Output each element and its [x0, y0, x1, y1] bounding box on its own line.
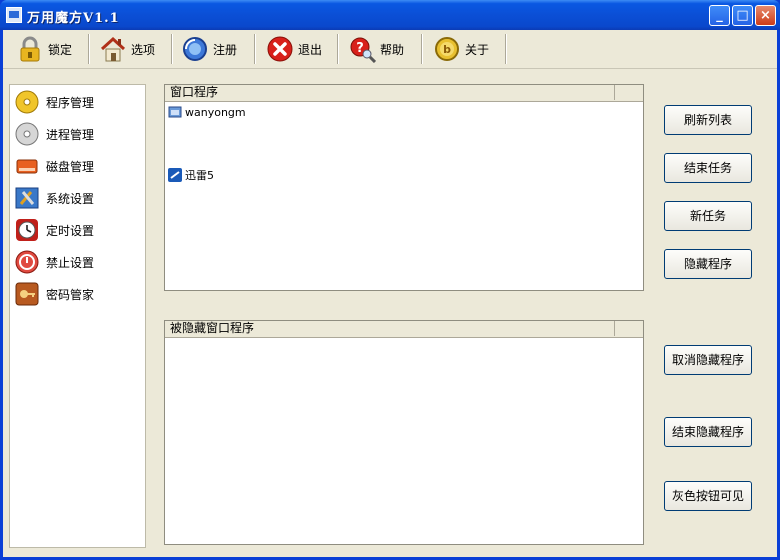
sidebar-item-forbid-settings[interactable]: 禁止设置 — [14, 248, 142, 276]
lock-label: 锁定 — [48, 42, 73, 57]
list-item[interactable]: 迅雷5 — [168, 167, 214, 183]
forbid-icon — [14, 249, 40, 275]
register-button[interactable]: 注册 — [181, 32, 237, 66]
about-label: 关于 — [465, 42, 490, 57]
sidebar-item-label: 程序管理 — [46, 95, 95, 110]
gray-button-visible-button[interactable]: 灰色按钮可见 — [664, 481, 752, 511]
house-icon — [99, 35, 127, 63]
sidebar-item-disk-manager[interactable]: 磁盘管理 — [14, 152, 142, 180]
cd-gold-icon — [14, 89, 40, 115]
main-window: 万用魔方V1.1 _ □ × 锁定 选项 注册 退出 ? 帮助 b 关于 程序管… — [0, 0, 780, 560]
sidebar: 程序管理 进程管理 磁盘管理 系统设置 定时设置 禁止设置 密码管家 — [9, 84, 146, 548]
sidebar-item-label: 密码管家 — [46, 287, 95, 302]
app-icon[interactable] — [6, 7, 22, 23]
sidebar-item-label: 进程管理 — [46, 127, 95, 142]
about-button[interactable]: b 关于 — [433, 32, 489, 66]
sidebar-item-system-settings[interactable]: 系统设置 — [14, 184, 142, 212]
sidebar-item-program-manager[interactable]: 程序管理 — [14, 88, 142, 116]
exit-label: 退出 — [298, 42, 323, 57]
sidebar-item-label: 定时设置 — [46, 223, 95, 238]
app-window-icon — [168, 105, 182, 119]
cd-silver-icon — [14, 121, 40, 147]
close-button[interactable]: × — [755, 5, 776, 26]
lock-icon — [16, 35, 44, 63]
hidden-window-list[interactable]: 被隐藏窗口程序 — [164, 320, 644, 545]
end-hidden-program-button[interactable]: 结束隐藏程序 — [664, 417, 752, 447]
client-area: 锁定 选项 注册 退出 ? 帮助 b 关于 程序管理 进程管理 磁盘管理 系统设… — [3, 30, 777, 557]
tools-icon — [14, 185, 40, 211]
hide-program-button[interactable]: 隐藏程序 — [664, 249, 752, 279]
help-button[interactable]: ? 帮助 — [348, 32, 404, 66]
exit-button[interactable]: 退出 — [266, 32, 322, 66]
lock-button[interactable]: 锁定 — [16, 32, 72, 66]
window-list[interactable]: 窗口程序 wanyongm 迅雷5 — [164, 84, 644, 291]
list-item[interactable]: wanyongm — [168, 104, 246, 120]
sidebar-item-label: 系统设置 — [46, 191, 95, 206]
list-item-label: wanyongm — [185, 105, 246, 119]
window-title: 万用魔方V1.1 — [27, 11, 120, 26]
window-list-header: 窗口程序 — [165, 85, 643, 102]
thunder-icon — [168, 168, 182, 182]
sidebar-item-label: 禁止设置 — [46, 255, 95, 270]
list-item-label: 迅雷5 — [185, 169, 214, 182]
svg-text:b: b — [443, 43, 451, 56]
new-task-button[interactable]: 新任务 — [664, 201, 752, 231]
sidebar-item-process-manager[interactable]: 进程管理 — [14, 120, 142, 148]
toolbar: 锁定 选项 注册 退出 ? 帮助 b 关于 — [3, 30, 777, 69]
clock-icon — [14, 217, 40, 243]
unhide-program-button[interactable]: 取消隐藏程序 — [664, 345, 752, 375]
maximize-button[interactable]: □ — [732, 5, 753, 26]
disk-icon — [14, 153, 40, 179]
end-task-button[interactable]: 结束任务 — [664, 153, 752, 183]
column-header-window-program[interactable]: 窗口程序 — [165, 85, 615, 100]
sidebar-item-label: 磁盘管理 — [46, 159, 95, 174]
about-coin-icon: b — [433, 35, 461, 63]
help-label: 帮助 — [380, 42, 405, 57]
title-bar[interactable]: 万用魔方V1.1 _ □ × — [0, 0, 780, 30]
options-button[interactable]: 选项 — [99, 32, 155, 66]
globe-icon — [181, 35, 209, 63]
exit-icon — [266, 35, 294, 63]
help-magnifier-icon: ? — [348, 35, 377, 64]
column-header-hidden-program[interactable]: 被隐藏窗口程序 — [165, 321, 615, 336]
hidden-list-header: 被隐藏窗口程序 — [165, 321, 643, 338]
sidebar-item-timer-settings[interactable]: 定时设置 — [14, 216, 142, 244]
register-label: 注册 — [213, 42, 238, 57]
sidebar-item-password-manager[interactable]: 密码管家 — [14, 280, 142, 308]
refresh-list-button[interactable]: 刷新列表 — [664, 105, 752, 135]
options-label: 选项 — [131, 42, 156, 57]
password-icon — [14, 281, 40, 307]
minimize-button[interactable]: _ — [709, 5, 730, 26]
